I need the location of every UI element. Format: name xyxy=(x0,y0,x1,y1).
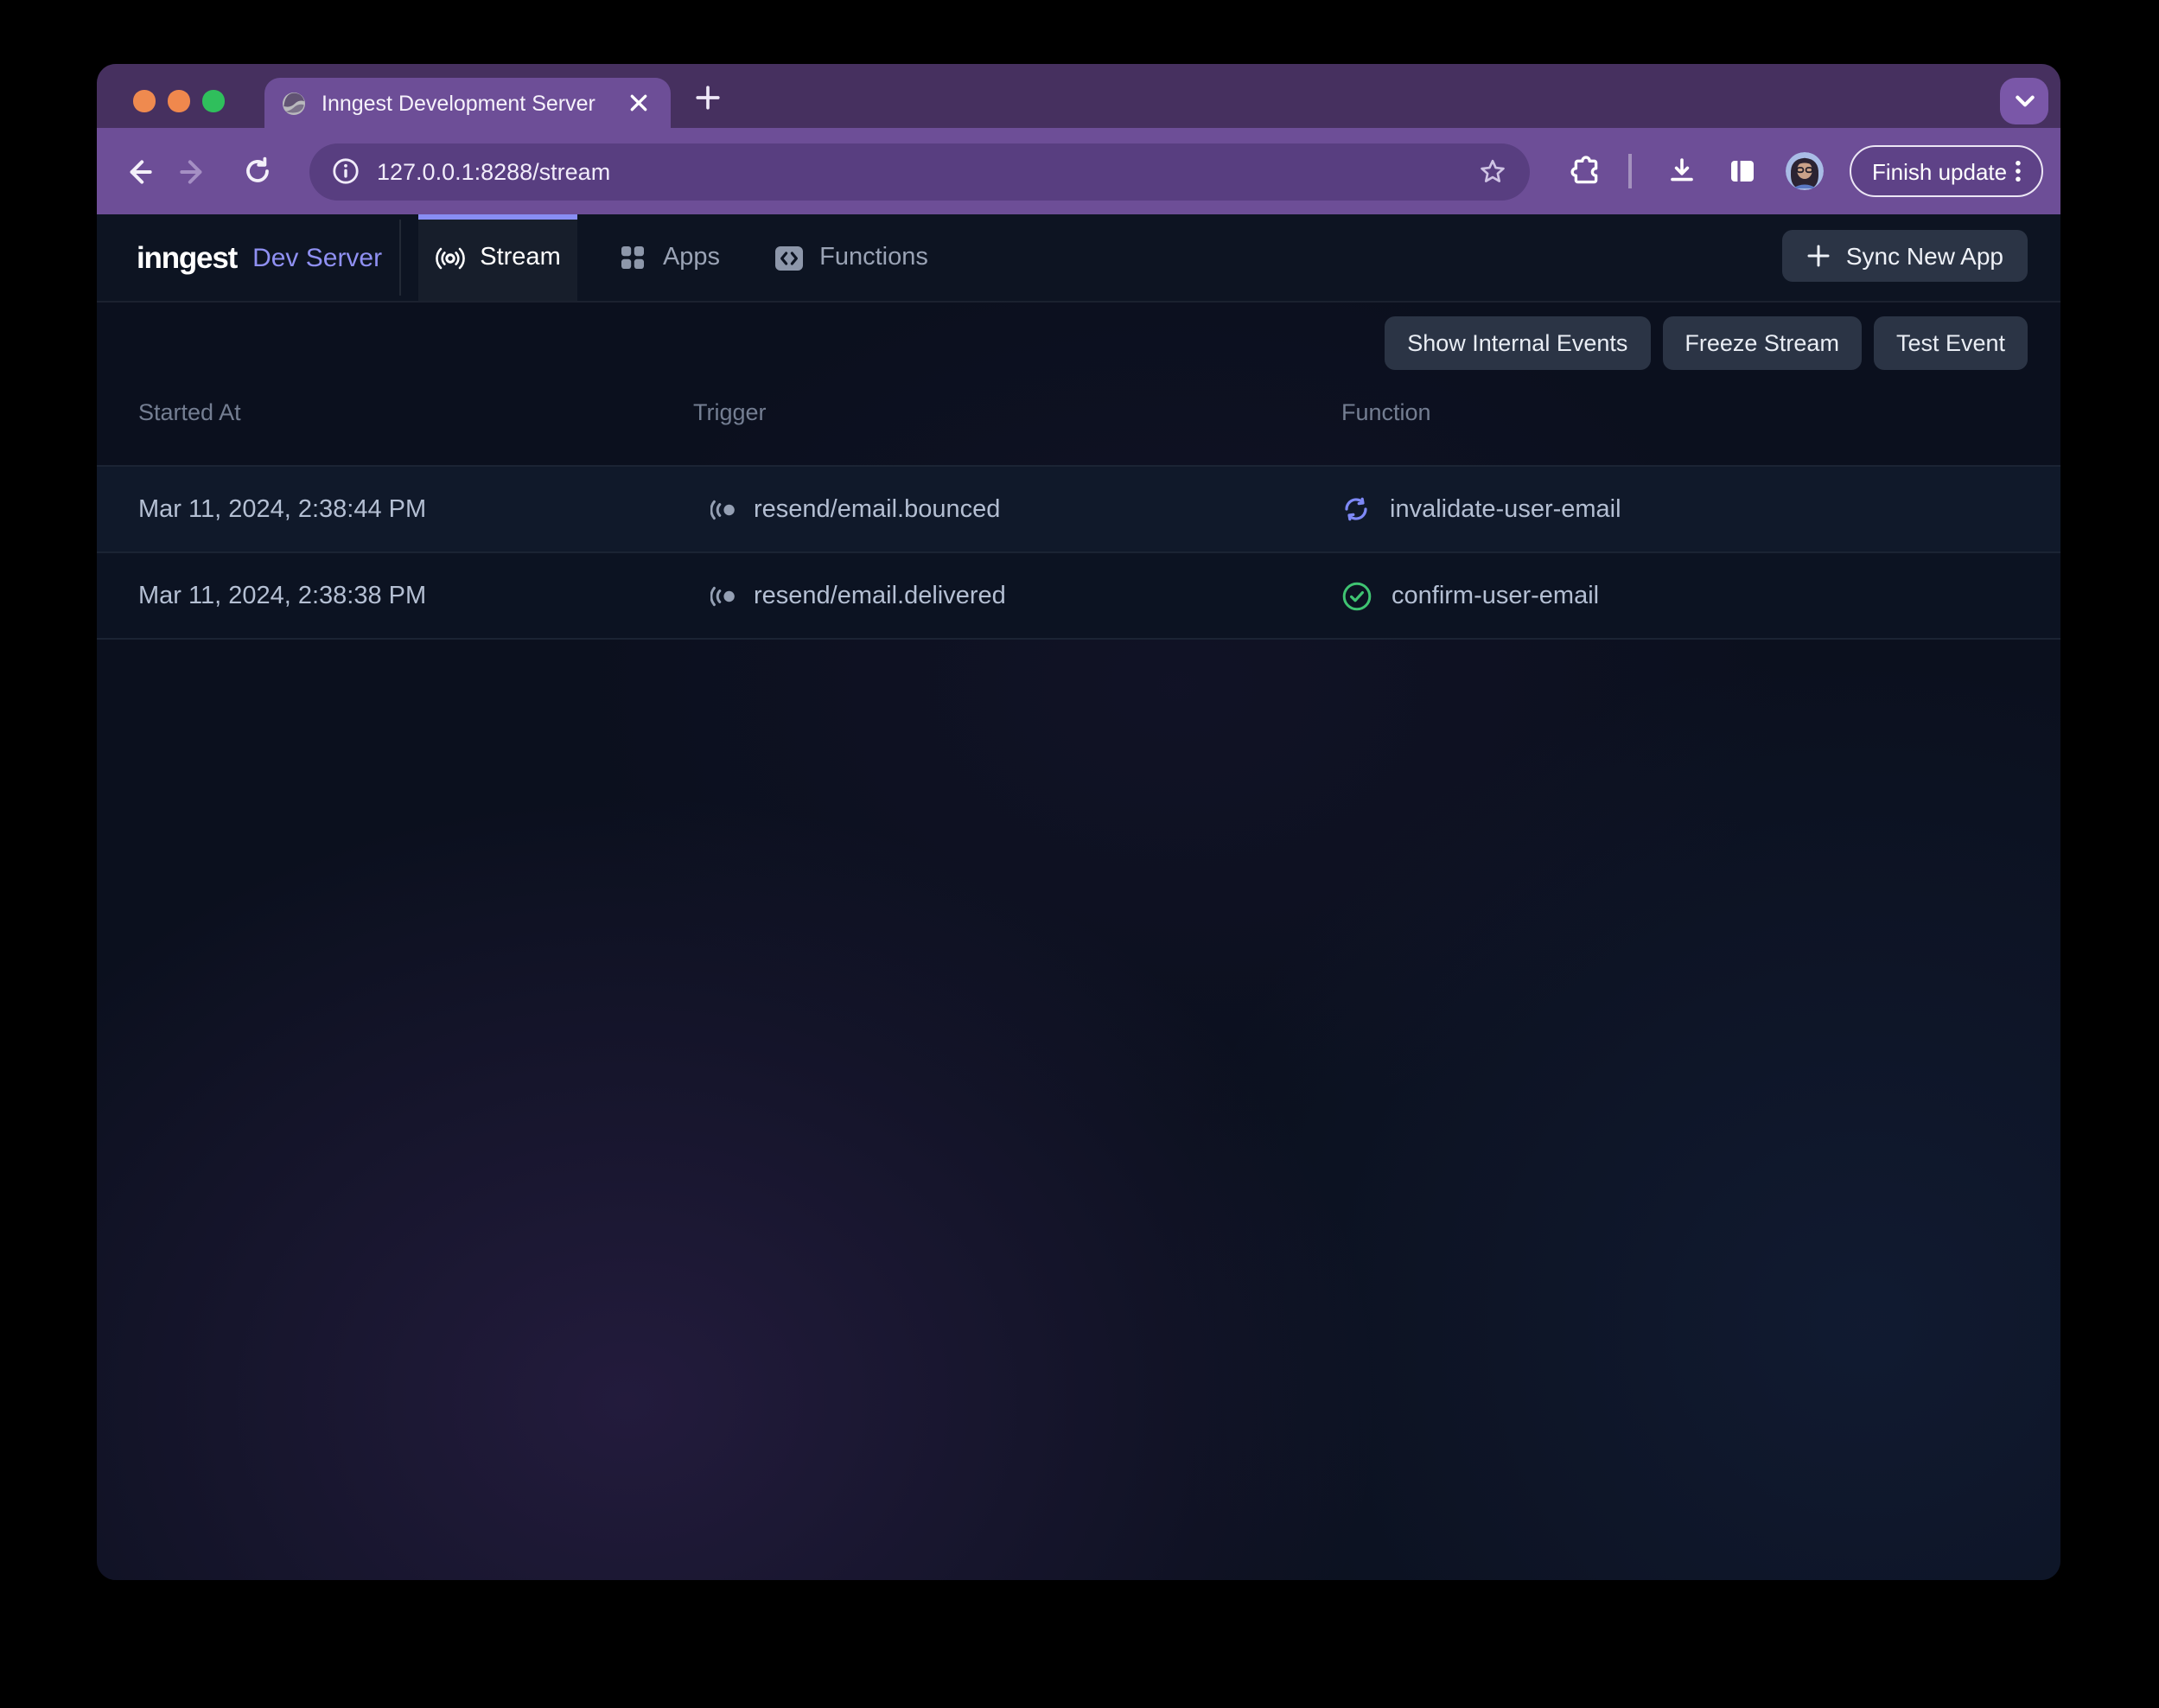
tab-strip: Inngest Development Server xyxy=(97,64,2060,128)
tab-close-icon[interactable] xyxy=(624,88,653,118)
show-internal-events-button[interactable]: Show Internal Events xyxy=(1385,316,1650,370)
browser-menu-icon[interactable] xyxy=(2007,157,2029,185)
functions-icon xyxy=(774,245,804,271)
event-trigger-icon xyxy=(710,583,738,608)
tab-title: Inngest Development Server xyxy=(322,91,624,115)
site-info-icon[interactable] xyxy=(332,157,360,185)
url-text: 127.0.0.1:8288/stream xyxy=(377,158,1478,184)
close-window-button[interactable] xyxy=(133,90,155,112)
sync-new-app-label: Sync New App xyxy=(1846,242,2003,270)
tab-search-button[interactable] xyxy=(2000,78,2048,124)
brand: inngest Dev Server xyxy=(137,214,382,301)
table-row[interactable]: Mar 11, 2024, 2:38:38 PM resend/email.de… xyxy=(97,551,2060,640)
zoom-window-button[interactable] xyxy=(202,90,224,112)
event-trigger-icon xyxy=(710,497,738,521)
browser-toolbar: 127.0.0.1:8288/stream Finish update xyxy=(97,128,2060,214)
tab-stream-label: Stream xyxy=(480,244,561,271)
sync-new-app-button[interactable]: Sync New App xyxy=(1782,230,2028,282)
address-bar[interactable]: 127.0.0.1:8288/stream xyxy=(309,143,1530,200)
freeze-stream-button[interactable]: Freeze Stream xyxy=(1662,316,1862,370)
table-header: Started At Trigger Function xyxy=(97,399,2060,448)
function-name: confirm-user-email xyxy=(1392,582,1599,609)
function-cell: invalidate-user-email xyxy=(1341,467,1621,551)
trigger-name: resend/email.delivered xyxy=(754,582,1006,609)
stream-page: Show Internal Events Freeze Stream Test … xyxy=(97,303,2060,1580)
bookmark-star-icon[interactable] xyxy=(1478,156,1507,186)
apps-icon xyxy=(620,244,647,271)
trigger-cell: resend/email.bounced xyxy=(693,467,1000,551)
browser-tab[interactable]: Inngest Development Server xyxy=(264,78,671,128)
stream-rows: Mar 11, 2024, 2:38:44 PM resend/email.bo… xyxy=(97,465,2060,640)
test-event-button[interactable]: Test Event xyxy=(1874,316,2028,370)
started-at-cell: Mar 11, 2024, 2:38:38 PM xyxy=(138,553,426,638)
reload-button[interactable] xyxy=(240,154,275,188)
column-function: Function xyxy=(1341,399,1431,425)
function-running-icon xyxy=(1341,494,1371,524)
new-tab-button[interactable] xyxy=(685,74,729,119)
trigger-name: resend/email.bounced xyxy=(754,495,1000,523)
column-trigger: Trigger xyxy=(693,399,767,425)
tab-stream[interactable]: Stream xyxy=(418,214,577,301)
stream-actions: Show Internal Events Freeze Stream Test … xyxy=(1385,316,2028,370)
profile-avatar[interactable] xyxy=(1786,152,1824,190)
nav-divider xyxy=(399,220,401,296)
back-button[interactable] xyxy=(121,154,156,188)
minimize-window-button[interactable] xyxy=(168,90,189,112)
tab-favicon-icon xyxy=(282,91,306,115)
browser-window: Inngest Development Server xyxy=(97,64,2060,1580)
function-completed-icon xyxy=(1341,580,1372,611)
side-panel-icon[interactable] xyxy=(1725,154,1760,188)
function-name: invalidate-user-email xyxy=(1390,495,1621,523)
forward-button[interactable] xyxy=(175,154,209,188)
column-started-at: Started At xyxy=(138,399,241,425)
started-at-cell: Mar 11, 2024, 2:38:44 PM xyxy=(138,467,426,551)
window-controls xyxy=(133,90,224,112)
table-row[interactable]: Mar 11, 2024, 2:38:44 PM resend/email.bo… xyxy=(97,465,2060,551)
tab-apps[interactable]: Apps xyxy=(602,214,738,301)
stream-icon xyxy=(435,243,464,272)
finish-update-label: Finish update xyxy=(1872,158,2007,184)
downloads-icon[interactable] xyxy=(1665,154,1699,188)
dev-server-label: Dev Server xyxy=(252,243,382,272)
plus-icon xyxy=(1806,244,1831,268)
tab-apps-label: Apps xyxy=(663,244,720,271)
toolbar-divider xyxy=(1628,154,1631,188)
trigger-cell: resend/email.delivered xyxy=(693,553,1006,638)
finish-update-button[interactable]: Finish update xyxy=(1850,145,2043,197)
inngest-logo: inngest xyxy=(137,239,237,276)
screen: Inngest Development Server xyxy=(0,0,2159,1708)
tab-functions[interactable]: Functions xyxy=(761,214,942,301)
tab-functions-label: Functions xyxy=(819,244,928,271)
function-cell: confirm-user-email xyxy=(1341,553,1599,638)
app-nav: inngest Dev Server Stream Apps xyxy=(97,214,2060,303)
extensions-icon[interactable] xyxy=(1568,154,1602,188)
